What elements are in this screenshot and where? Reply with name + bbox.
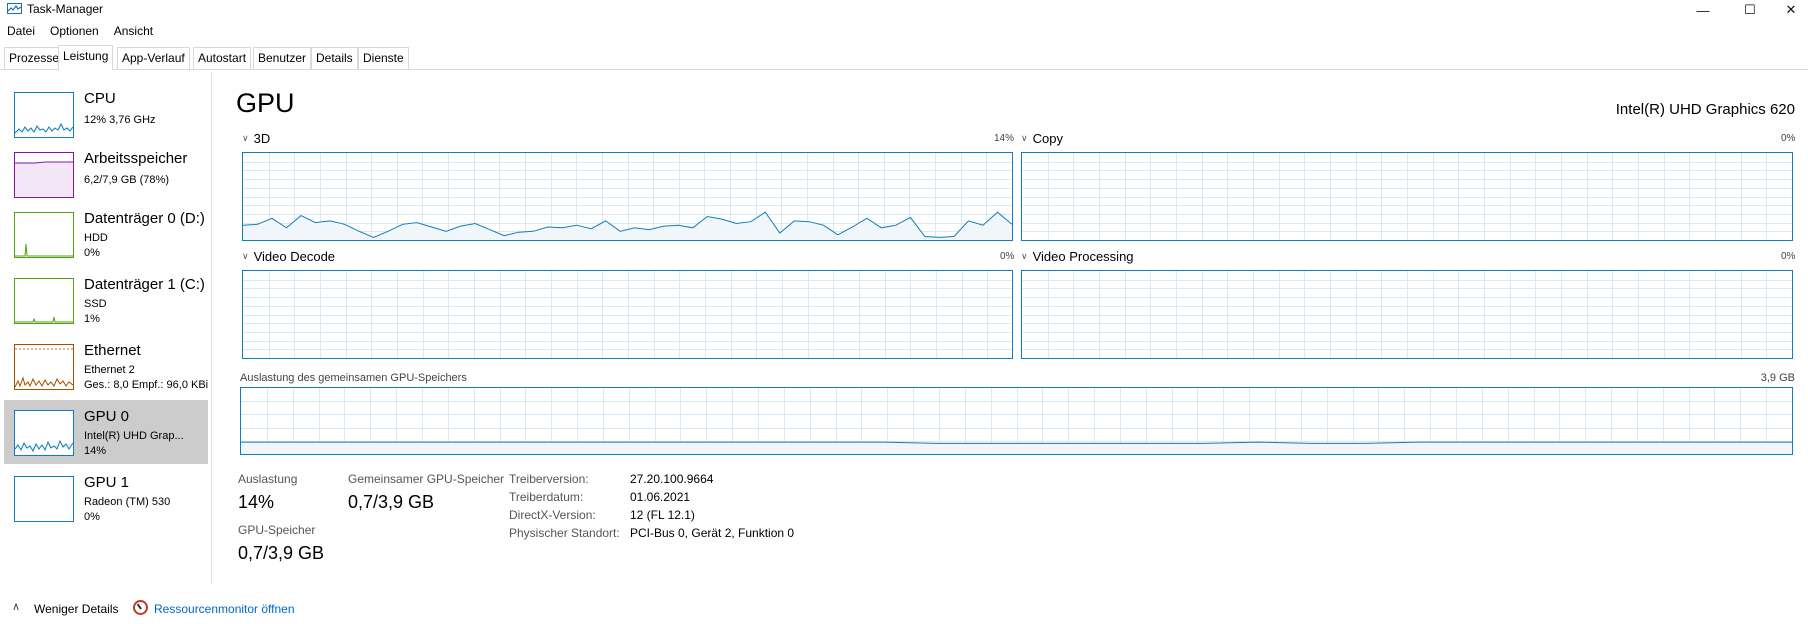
tab-dienste[interactable]: Dienste: [358, 47, 409, 69]
sidebar-item-detail: SSD: [84, 298, 107, 310]
menu-datei[interactable]: Datei: [7, 24, 35, 42]
menu-bar: Datei Optionen Ansicht: [0, 24, 161, 42]
driver-version-value: 27.20.100.9664: [630, 472, 714, 486]
cpu-thumbnail-graph: [14, 92, 74, 138]
chevron-down-icon: ∨: [1021, 133, 1028, 143]
tab-benutzer[interactable]: Benutzer: [253, 47, 312, 69]
sidebar-item-detail: 12% 3,76 GHz: [84, 114, 156, 126]
graph-label-video-processing[interactable]: ∨ Video Processing: [1021, 249, 1134, 264]
sidebar-item-detail: Radeon (TM) 530: [84, 496, 171, 508]
ethernet-thumbnail-graph: [14, 344, 74, 390]
sidebar-item-ethernet[interactable]: Ethernet Ethernet 2 Ges.: 8,0 Empf.: 96,…: [4, 334, 208, 398]
gpu-memory-label: GPU-Speicher: [238, 523, 316, 537]
tab-bar: Prozesse Leistung App-Verlauf Autostart …: [0, 45, 1808, 70]
driver-date-value: 01.06.2021: [630, 490, 691, 504]
window-title: Task-Manager: [27, 2, 104, 16]
page-title: GPU: [236, 88, 295, 118]
title-bar: Task-Manager — ☐ ✕: [0, 0, 1808, 20]
sidebar-item-gpu-1[interactable]: GPU 1 Radeon (TM) 530 0%: [4, 466, 208, 530]
resource-monitor-icon: [133, 600, 148, 615]
sidebar-item-value: 0%: [84, 511, 100, 523]
open-resource-monitor-link[interactable]: Ressourcenmonitor öffnen: [154, 602, 295, 616]
graph-copy: [1021, 152, 1793, 241]
directx-version-label: DirectX-Version:: [509, 508, 596, 522]
usage-label: Auslastung: [238, 472, 298, 486]
sidebar-item-value: Ges.: 8,0 Empf.: 96,0 KBi: [84, 379, 209, 391]
sidebar-item-datentraeger-1[interactable]: Datenträger 1 (C:) SSD 1%: [4, 268, 208, 332]
shared-memory-graph-max: 3,9 GB: [1760, 372, 1795, 384]
sidebar-item-detail: HDD: [84, 232, 108, 244]
gpu-model-name: Intel(R) UHD Graphics 620: [1615, 101, 1795, 118]
chevron-down-icon: ∨: [1021, 251, 1028, 261]
tab-app-verlauf[interactable]: App-Verlauf: [117, 47, 190, 69]
sidebar-item-title: Ethernet: [84, 342, 141, 359]
sidebar-item-gpu-0[interactable]: GPU 0 Intel(R) UHD Grap... 14%: [4, 400, 208, 464]
directx-version-value: 12 (FL 12.1): [630, 508, 695, 522]
menu-ansicht[interactable]: Ansicht: [114, 24, 153, 42]
resource-sidebar: CPU 12% 3,76 GHz Arbeitsspeicher 6,2/7,9…: [0, 72, 212, 584]
maximize-button[interactable]: ☐: [1727, 0, 1773, 20]
graph-pct-video-processing: 0%: [1781, 251, 1796, 262]
graph-video-decode: [242, 270, 1013, 359]
sidebar-item-detail: 6,2/7,9 GB (78%): [84, 174, 169, 186]
disk0-thumbnail-graph: [14, 212, 74, 258]
memory-thumbnail-graph: [14, 152, 74, 198]
fewer-details-button[interactable]: Weniger Details: [34, 602, 118, 616]
driver-date-label: Treiberdatum:: [509, 490, 584, 504]
sidebar-item-title: Datenträger 0 (D:): [84, 210, 205, 227]
menu-optionen[interactable]: Optionen: [50, 24, 99, 42]
3d-usage-area: [243, 212, 1012, 240]
sidebar-item-title: GPU 0: [84, 408, 130, 425]
gpu-memory-value: 0,7/3,9 GB: [238, 543, 325, 563]
sidebar-item-title: GPU 1: [84, 474, 130, 491]
chevron-down-icon: ∨: [242, 251, 249, 261]
sidebar-item-title: CPU: [84, 90, 116, 107]
chevron-up-icon[interactable]: ∧: [12, 600, 20, 613]
sidebar-item-detail: Intel(R) UHD Grap...: [84, 430, 184, 442]
close-button[interactable]: ✕: [1774, 0, 1808, 20]
sidebar-item-value: 0%: [84, 247, 100, 259]
shared-memory-label: Gemeinsamer GPU-Speicher: [348, 472, 505, 486]
graph-shared-memory: [240, 387, 1793, 455]
graph-video-processing: [1021, 270, 1793, 359]
sidebar-item-title: Datenträger 1 (C:): [84, 276, 205, 293]
footer-bar: ∧ Weniger Details Ressourcenmonitor öffn…: [0, 594, 1808, 622]
disk1-thumbnail-graph: [14, 278, 74, 324]
graph-pct-copy: 0%: [1781, 133, 1796, 144]
graph-pct-3d: 14%: [994, 133, 1015, 144]
sidebar-item-datentraeger-0[interactable]: Datenträger 0 (D:) HDD 0%: [4, 202, 208, 266]
graph-label-3d[interactable]: ∨ 3D: [242, 131, 270, 146]
sidebar-item-arbeitsspeicher[interactable]: Arbeitsspeicher 6,2/7,9 GB (78%): [4, 142, 208, 206]
graph-label-video-decode[interactable]: ∨ Video Decode: [242, 249, 335, 264]
tab-prozesse[interactable]: Prozesse: [4, 47, 65, 69]
graph-label-copy[interactable]: ∨ Copy: [1021, 131, 1063, 146]
minimize-button[interactable]: —: [1680, 0, 1726, 20]
sidebar-item-cpu[interactable]: CPU 12% 3,76 GHz: [4, 82, 208, 146]
physical-location-value: PCI-Bus 0, Gerät 2, Funktion 0: [630, 526, 795, 540]
shared-memory-graph-label: Auslastung des gemeinsamen GPU-Speichers: [240, 372, 467, 384]
sidebar-item-value: 14%: [84, 445, 107, 457]
sidebar-item-value: 1%: [84, 313, 100, 325]
physical-location-label: Physischer Standort:: [509, 526, 620, 540]
driver-version-label: Treiberversion:: [509, 472, 589, 486]
tab-leistung[interactable]: Leistung: [58, 45, 114, 70]
graph-pct-video-decode: 0%: [1000, 251, 1015, 262]
task-manager-icon: [7, 3, 22, 14]
sidebar-item-title: Arbeitsspeicher: [84, 150, 188, 167]
sidebar-item-detail: Ethernet 2: [84, 364, 135, 376]
usage-value: 14%: [238, 492, 275, 512]
shared-memory-value: 0,7/3,9 GB: [348, 492, 435, 512]
tab-details[interactable]: Details: [311, 47, 358, 69]
chevron-down-icon: ∨: [242, 133, 249, 143]
gpu0-thumbnail-graph: [14, 410, 74, 456]
gpu1-thumbnail-graph: [14, 476, 74, 522]
tab-autostart[interactable]: Autostart: [193, 47, 252, 69]
graph-3d: [242, 152, 1013, 241]
